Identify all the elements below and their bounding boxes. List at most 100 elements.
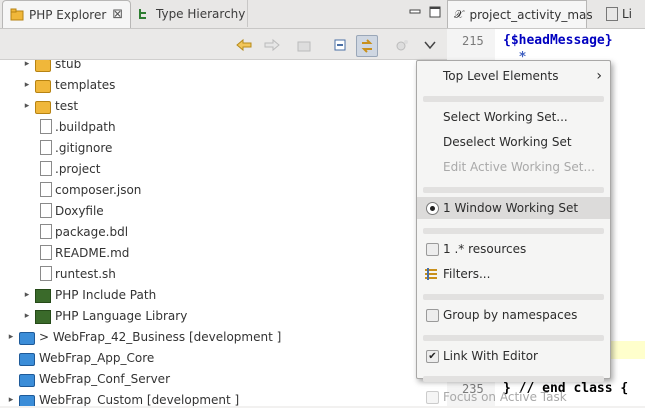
expand-chevron-icon[interactable]: ▸ bbox=[22, 311, 32, 321]
tree-item[interactable]: .project bbox=[0, 159, 447, 179]
expand-chevron-icon[interactable]: ▸ bbox=[6, 332, 16, 342]
tree-item-label: package.bdl bbox=[55, 225, 129, 239]
radio-selected-icon bbox=[426, 202, 439, 215]
tree-item[interactable]: ▸ PHP Language Library bbox=[0, 306, 447, 326]
expand-chevron-icon[interactable]: ▸ bbox=[22, 101, 32, 111]
menu-item-label: 1 .* resources bbox=[443, 242, 527, 256]
tree-item-label: Doxyfile bbox=[55, 204, 104, 218]
menu-item-label: Edit Active Working Set... bbox=[443, 160, 595, 174]
tree-item[interactable]: ▸ WebFrap_Custom [development ] bbox=[0, 390, 447, 406]
project-closed-icon bbox=[19, 371, 35, 387]
library-icon bbox=[35, 287, 51, 303]
menu-item-1-window-working-set[interactable]: 1 Window Working Set bbox=[417, 197, 610, 219]
editor-tab-second[interactable]: Li bbox=[602, 0, 645, 27]
menu-item-label: Top Level Elements bbox=[443, 69, 559, 83]
project-icon bbox=[19, 329, 35, 345]
tree-item-label: runtest.sh bbox=[55, 267, 116, 281]
view-tab-bar: PHP Explorer ⊠ Type Hierarchy bbox=[0, 0, 447, 29]
menu-item-label: Deselect Working Set bbox=[443, 135, 572, 149]
submenu-arrow-icon: › bbox=[596, 68, 602, 84]
project-closed-icon bbox=[19, 350, 35, 366]
editor-tab-label: Li bbox=[622, 6, 633, 21]
menu-item-top-level-elements[interactable]: Top Level Elements › bbox=[417, 65, 610, 87]
tree-item[interactable]: README.md bbox=[0, 243, 447, 263]
tree-item[interactable]: runtest.sh bbox=[0, 264, 447, 284]
json-file-icon bbox=[35, 182, 52, 198]
menu-item-1-resources[interactable]: 1 .* resources bbox=[417, 238, 610, 260]
menu-separator bbox=[423, 294, 604, 300]
expand-chevron-icon[interactable]: ▸ bbox=[22, 80, 32, 90]
file-icon bbox=[35, 245, 52, 261]
tree-item-label: .buildpath bbox=[55, 120, 116, 134]
menu-separator bbox=[423, 187, 604, 193]
menu-item-label: 1 Window Working Set bbox=[443, 201, 579, 215]
tree-item-label: stub bbox=[55, 60, 82, 71]
expand-chevron-icon[interactable]: ▸ bbox=[6, 395, 16, 405]
template-file-icon: 𝒳 bbox=[454, 7, 464, 21]
tree-item[interactable]: composer.json bbox=[0, 180, 447, 200]
tree-item-label: test bbox=[55, 99, 79, 113]
tree-item-label: templates bbox=[55, 78, 116, 92]
menu-item-label: Link With Editor bbox=[443, 349, 538, 363]
type-hierarchy-icon bbox=[137, 7, 151, 21]
tree-item[interactable]: WebFrap_App_Core bbox=[0, 348, 447, 368]
folder-package-icon bbox=[35, 77, 51, 93]
editor-tab-bar: 𝒳 project_activity_mas Li bbox=[447, 0, 645, 29]
tree-item[interactable]: ▸ stub bbox=[0, 60, 447, 74]
tree-item-label: WebFrap_App_Core bbox=[39, 351, 155, 365]
checkbox-icon bbox=[426, 391, 439, 404]
tree-item-label: .gitignore bbox=[55, 141, 113, 155]
tree-item[interactable]: ▸ > WebFrap_42_Business [development ] bbox=[0, 327, 447, 347]
menu-item-edit-active-working-set: Edit Active Working Set... bbox=[417, 156, 610, 178]
tree-item[interactable]: .gitignore bbox=[0, 138, 447, 158]
menu-separator bbox=[423, 228, 604, 234]
menu-item-label: Focus on Active Task bbox=[443, 390, 567, 404]
menu-item-focus-on-active-task: Focus on Active Task bbox=[417, 386, 610, 408]
tree-item[interactable]: WebFrap_Conf_Server bbox=[0, 369, 447, 389]
menu-item-deselect-working-set[interactable]: Deselect Working Set bbox=[417, 131, 610, 153]
file-icon bbox=[35, 140, 52, 156]
code-line: {$headMessage} bbox=[503, 33, 613, 48]
file-icon bbox=[35, 119, 52, 135]
maximize-icon[interactable] bbox=[428, 5, 442, 19]
tree-item-label: composer.json bbox=[55, 183, 142, 197]
tab-type-hierarchy[interactable]: Type Hierarchy bbox=[130, 0, 248, 27]
project-icon bbox=[19, 392, 35, 406]
tree-item[interactable]: package.bdl bbox=[0, 222, 447, 242]
tree-item[interactable]: Doxyfile bbox=[0, 201, 447, 221]
collapse-all-icon[interactable] bbox=[330, 35, 350, 55]
close-icon[interactable]: ⊠ bbox=[112, 7, 123, 22]
library-icon bbox=[35, 308, 51, 324]
menu-item-filters[interactable]: Filters... bbox=[417, 263, 610, 285]
file-icon bbox=[35, 266, 52, 282]
expand-chevron-icon[interactable]: ▸ bbox=[22, 290, 32, 300]
tab-php-explorer[interactable]: PHP Explorer ⊠ bbox=[2, 0, 131, 28]
menu-item-label: Select Working Set... bbox=[443, 110, 568, 124]
folder-package-icon bbox=[35, 60, 51, 72]
tree-item[interactable]: ▸ PHP Include Path bbox=[0, 285, 447, 305]
checkbox-icon bbox=[426, 309, 439, 322]
tree-item[interactable]: ▸ test bbox=[0, 96, 447, 116]
menu-separator bbox=[423, 335, 604, 341]
tab-label: Type Hierarchy bbox=[156, 6, 246, 21]
expand-chevron-icon[interactable]: ▸ bbox=[22, 60, 32, 69]
menu-item-link-with-editor[interactable]: ✔ Link With Editor bbox=[417, 345, 610, 367]
link-with-editor-icon[interactable] bbox=[356, 35, 378, 57]
up-folder-icon[interactable] bbox=[294, 35, 314, 55]
view-menu-chevron-down-icon[interactable] bbox=[420, 35, 440, 55]
tree-item[interactable]: ▸ templates bbox=[0, 75, 447, 95]
back-arrow-icon[interactable] bbox=[234, 35, 254, 55]
menu-item-group-by-namespaces[interactable]: Group by namespaces bbox=[417, 304, 610, 326]
menu-separator bbox=[423, 96, 604, 102]
menu-item-label: Filters... bbox=[443, 267, 491, 281]
focus-task-icon[interactable] bbox=[392, 35, 412, 55]
menu-item-select-working-set[interactable]: Select Working Set... bbox=[417, 106, 610, 128]
tree-item[interactable]: .buildpath bbox=[0, 117, 447, 137]
view-toolbar bbox=[0, 29, 447, 60]
editor-tab-project-activity[interactable]: 𝒳 project_activity_mas bbox=[447, 0, 593, 28]
forward-arrow-icon[interactable] bbox=[262, 35, 282, 55]
tab-label: PHP Explorer bbox=[29, 7, 107, 22]
filters-icon bbox=[424, 267, 438, 281]
minimize-icon[interactable] bbox=[408, 5, 422, 19]
tree-item-label: PHP Language Library bbox=[55, 309, 188, 323]
